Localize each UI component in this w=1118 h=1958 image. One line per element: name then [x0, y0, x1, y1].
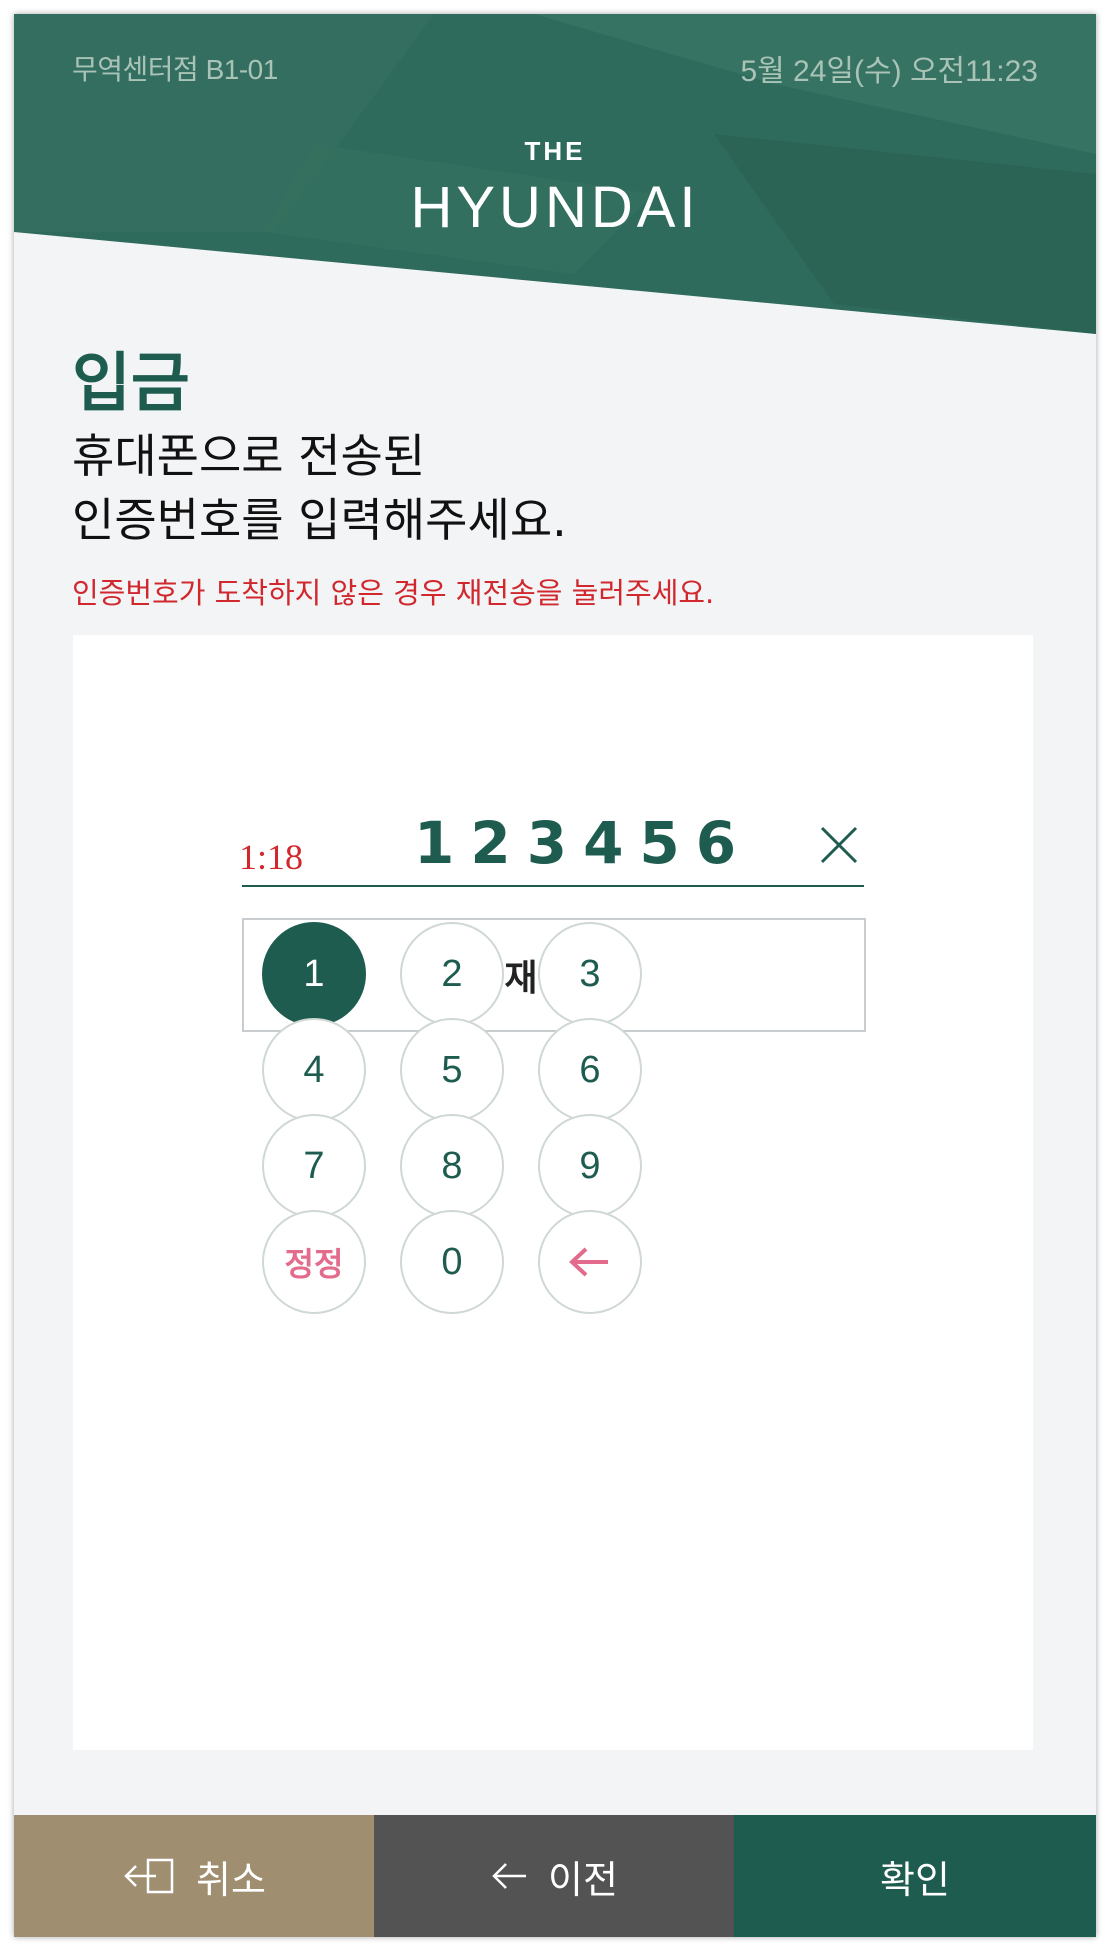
keypad-key-3[interactable]: 3	[538, 922, 642, 1026]
arrow-left-icon	[492, 1863, 527, 1889]
resend-notice: 인증번호가 도착하지 않은 경우 재전송을 눌러주세요.	[72, 576, 715, 610]
countdown-timer: 1:18	[239, 837, 304, 877]
previous-label: 이전	[548, 1857, 618, 1902]
clear-button[interactable]	[814, 820, 864, 870]
page-title: 입금	[72, 347, 190, 421]
keypad-correction-button[interactable]: 정정	[262, 1210, 366, 1314]
keypad-key-0[interactable]: 0	[400, 1210, 504, 1314]
keypad-key-7[interactable]: 7	[262, 1114, 366, 1218]
confirm-label: 확인	[880, 1857, 950, 1902]
code-underline	[242, 885, 864, 887]
instruction-text: 휴대폰으로 전송된 인증번호를 입력해주세요.	[72, 424, 567, 552]
close-icon	[820, 826, 858, 864]
store-location: 무역센터점 B1-01	[72, 54, 278, 85]
kiosk-screen: 무역센터점 B1-01 5월 24일(수) 오전11:23 THE HYUNDA…	[14, 14, 1096, 1937]
keypad-key-4[interactable]: 4	[262, 1018, 366, 1122]
bottom-action-bar: 취소 이전 확인	[14, 1815, 1096, 1937]
keypad-key-9[interactable]: 9	[538, 1114, 642, 1218]
keypad-key-1[interactable]: 1	[262, 922, 366, 1026]
code-input[interactable]: 123456	[414, 809, 736, 877]
logo-hyundai: HYUNDAI	[410, 175, 700, 240]
keypad-key-2[interactable]: 2	[400, 922, 504, 1026]
keypad-key-8[interactable]: 8	[400, 1114, 504, 1218]
keypad-key-6[interactable]: 6	[538, 1018, 642, 1122]
exit-icon	[124, 1858, 174, 1894]
logo-the: THE	[524, 136, 586, 166]
previous-button[interactable]: 이전	[374, 1815, 734, 1937]
confirm-button[interactable]: 확인	[734, 1815, 1096, 1937]
keypad-key-5[interactable]: 5	[400, 1018, 504, 1122]
header-banner: 무역센터점 B1-01 5월 24일(수) 오전11:23 THE HYUNDA…	[14, 14, 1096, 354]
cancel-label: 취소	[196, 1857, 266, 1902]
arrow-left-icon	[569, 1247, 608, 1277]
instruction-line-2: 인증번호를 입력해주세요.	[72, 493, 567, 547]
keypad-backspace-button[interactable]	[538, 1210, 642, 1314]
cancel-button[interactable]: 취소	[14, 1815, 374, 1937]
datetime: 5월 24일(수) 오전11:23	[740, 55, 1038, 88]
instruction-line-1: 휴대폰으로 전송된	[72, 429, 426, 483]
